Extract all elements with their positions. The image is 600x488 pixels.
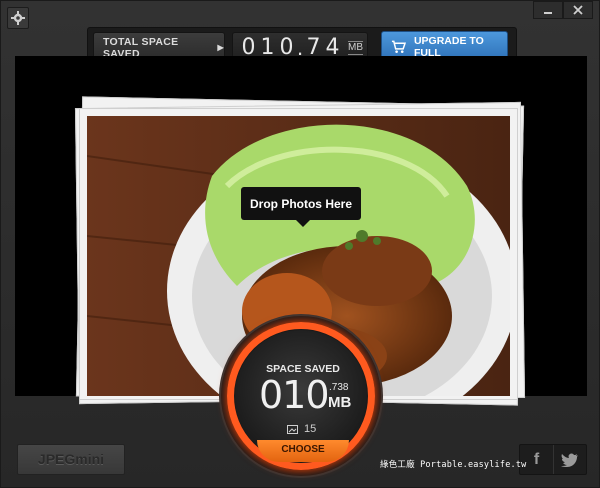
photo-count-value: 15 xyxy=(304,423,317,435)
facebook-icon: f xyxy=(533,450,540,468)
space-saved-gauge: SPACE SAVED 010 .738 MB 15 CHOOSE xyxy=(219,314,383,478)
window-controls xyxy=(533,1,593,19)
image-icon xyxy=(287,424,298,434)
photo-count: 15 xyxy=(287,423,316,435)
social-buttons: f xyxy=(519,444,587,475)
minimize-icon xyxy=(544,12,552,14)
twitter-icon xyxy=(560,453,578,467)
watermark-text: 綠色工廠 Portable.easylife.tw xyxy=(380,460,527,470)
gauge-decimal: .738 xyxy=(329,382,349,393)
gauge-value: 010 xyxy=(259,373,330,417)
drop-photos-tooltip: Drop Photos Here xyxy=(241,187,361,227)
play-arrow-icon: ▶ xyxy=(217,43,224,52)
gear-icon xyxy=(11,11,25,25)
cart-icon xyxy=(391,40,406,53)
gauge-unit: MB xyxy=(328,394,352,411)
app-window: TOTAL SPACE SAVED ▶ 0 1 0 . 7 4 MB UPGRA… xyxy=(0,0,600,488)
twitter-button[interactable] xyxy=(552,445,586,474)
settings-button[interactable] xyxy=(7,7,29,29)
minimize-button[interactable] xyxy=(533,1,563,19)
choose-button[interactable]: CHOOSE xyxy=(257,440,349,462)
counter-unit: MB xyxy=(348,40,363,55)
close-button[interactable] xyxy=(563,1,593,19)
brand-logo: JPEGmini xyxy=(17,444,125,475)
close-icon xyxy=(573,5,583,15)
